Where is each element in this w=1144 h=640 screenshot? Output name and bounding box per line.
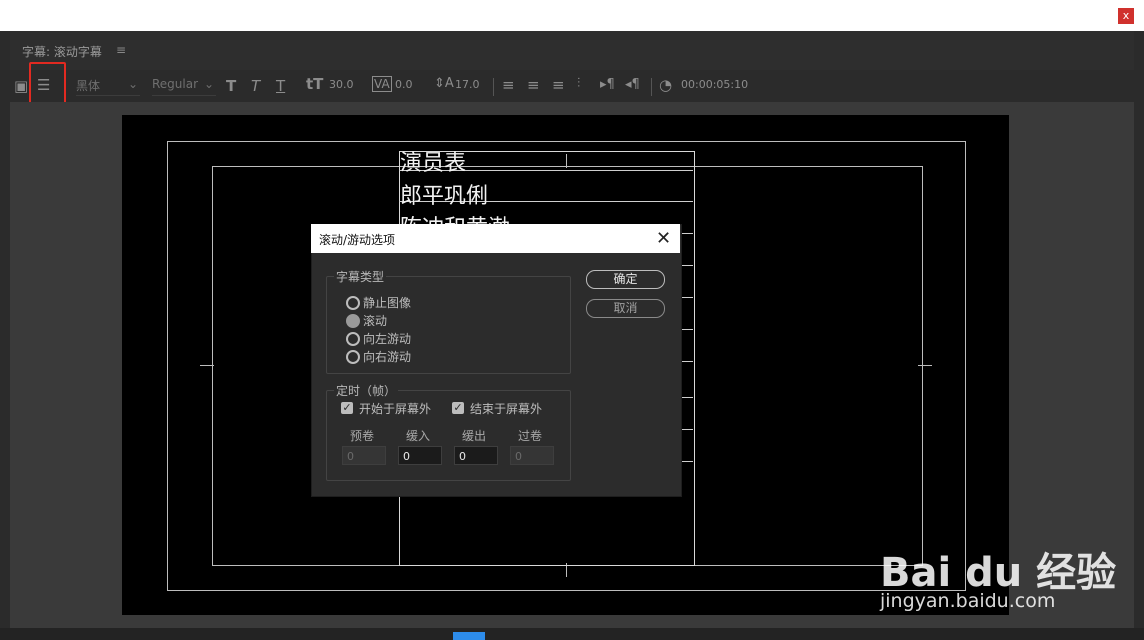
close-icon[interactable]: ✕ <box>656 228 671 249</box>
timecode[interactable]: 00:00:05:10 <box>681 78 748 91</box>
dialog-title: 滚动/游动选项 <box>319 233 396 247</box>
underline-icon[interactable]: T <box>276 77 285 95</box>
radio-still-label: 静止图像 <box>363 296 412 310</box>
panel-title: 字幕: 滚动字幕 <box>22 45 102 59</box>
align-center-icon[interactable]: ≡ <box>527 76 540 94</box>
font-style-value: Regular <box>152 77 199 91</box>
chevron-down-icon: ⌄ <box>203 77 214 91</box>
font-family-value: 黑体 <box>76 79 101 93</box>
center-tick-right <box>918 365 932 366</box>
align-right-icon[interactable]: ≡ <box>552 76 565 94</box>
kerning-value[interactable]: 0.0 <box>395 78 413 91</box>
radio-crawl-left[interactable] <box>346 332 360 346</box>
ease-in-label: 缓入 <box>406 429 431 443</box>
credit-line: 陈冲和黄渤 <box>400 210 510 224</box>
ease-out-input[interactable]: 0 <box>454 446 498 465</box>
clock-icon: ◔ <box>659 76 673 94</box>
hamburger-icon[interactable]: ≡ <box>116 43 126 57</box>
align-left-icon[interactable]: ≡ <box>502 76 515 94</box>
font-style-select[interactable]: Regular ⌄ <box>152 77 216 96</box>
leading-value[interactable]: 17.0 <box>455 78 480 91</box>
ease-out-label: 缓出 <box>462 429 487 443</box>
postroll-input: 0 <box>510 446 554 465</box>
center-tick-left <box>200 365 214 366</box>
preroll-label: 预卷 <box>350 429 375 443</box>
toolbar-divider <box>651 78 652 96</box>
ok-button[interactable]: 确定 <box>586 270 665 289</box>
baidu-watermark-url: jingyan.baidu.com <box>880 590 1056 612</box>
title-type-label: 字幕类型 <box>334 268 387 285</box>
italic-icon[interactable]: T <box>251 77 260 95</box>
tab-stops-icon[interactable]: ⫶ <box>577 76 580 91</box>
cancel-button[interactable]: 取消 <box>586 299 665 318</box>
paragraph-ltr-icon[interactable]: ▸¶ <box>600 77 615 92</box>
radio-roll[interactable] <box>346 314 360 328</box>
paragraph-rtl-icon[interactable]: ◂¶ <box>625 77 640 92</box>
leading-icon: ⇕A <box>434 76 454 91</box>
radio-roll-label: 滚动 <box>363 314 388 328</box>
start-offscreen-label: 开始于屏幕外 <box>359 402 432 416</box>
end-offscreen-checkbox[interactable]: ✓ <box>452 402 464 414</box>
chevron-down-icon: ⌄ <box>127 77 138 91</box>
font-family-select[interactable]: 黑体 ⌄ <box>76 77 140 96</box>
font-size-icon: tT <box>306 75 324 93</box>
timing-label: 定时（帧） <box>334 382 399 399</box>
timeline-marker <box>453 632 485 640</box>
bottom-strip <box>0 628 1144 640</box>
start-offscreen-checkbox[interactable]: ✓ <box>341 402 353 414</box>
title-properties-icon[interactable]: ▣ <box>14 77 28 95</box>
preroll-input: 0 <box>342 446 386 465</box>
postroll-label: 过卷 <box>518 429 543 443</box>
radio-crawl-right[interactable] <box>346 350 360 364</box>
font-size-value[interactable]: 30.0 <box>329 78 354 91</box>
radio-crawl-right-label: 向右游动 <box>363 350 412 364</box>
toolbar-divider <box>493 78 494 96</box>
radio-crawl-left-label: 向左游动 <box>363 332 412 346</box>
radio-still[interactable] <box>346 296 360 310</box>
credit-line: 演员表 <box>400 151 467 176</box>
window-close-button[interactable]: x <box>1118 8 1134 24</box>
end-offscreen-label: 结束于屏幕外 <box>470 402 543 416</box>
ease-in-input[interactable]: 0 <box>398 446 442 465</box>
window-title-bar <box>0 0 1144 31</box>
credit-line: 郎平巩俐 <box>400 184 489 209</box>
bold-icon[interactable]: T <box>226 77 236 95</box>
kerning-icon: VA <box>372 76 392 92</box>
